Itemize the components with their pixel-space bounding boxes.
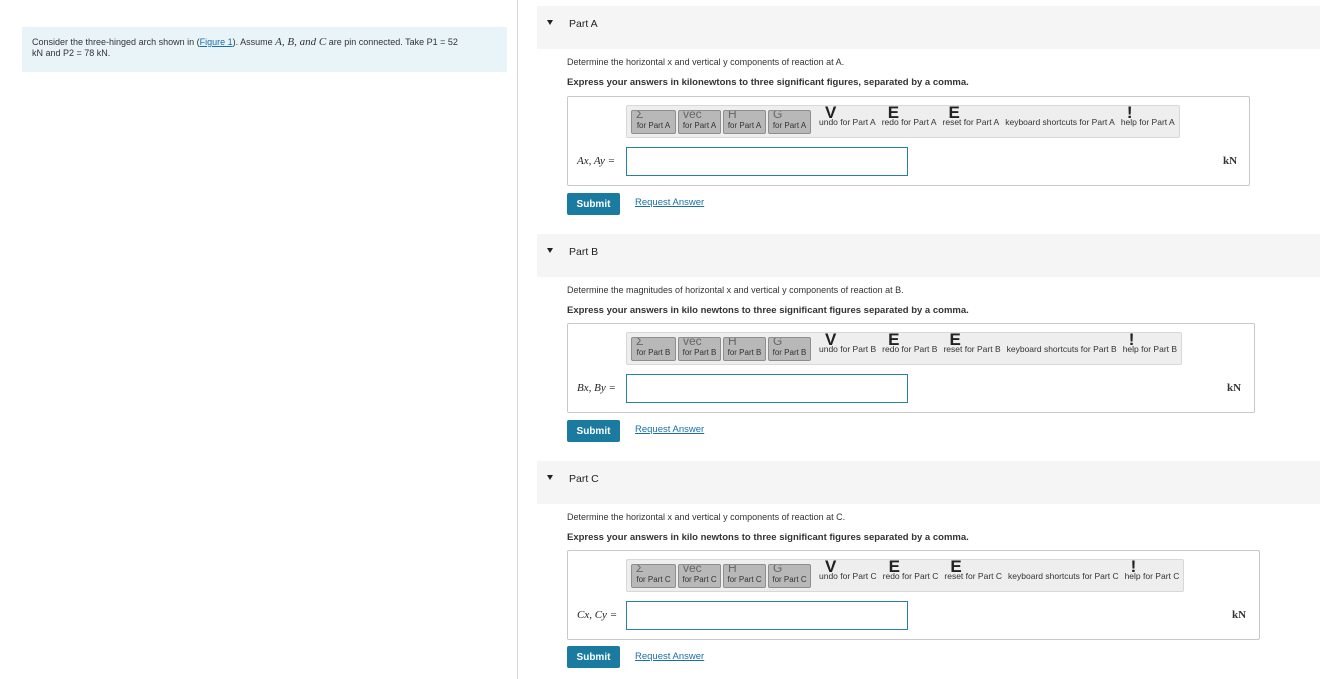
greek-button[interactable]: Gfor Part A — [768, 109, 811, 134]
undo-button[interactable]: Vundo for Part B — [819, 330, 876, 354]
vec-button[interactable]: vec for Part A — [678, 109, 721, 134]
caret-down-icon[interactable] — [547, 20, 553, 25]
part-b-instruction: Express your answers in kilo newtons to … — [567, 305, 969, 316]
help-button[interactable]: ! help for Part B — [1123, 330, 1177, 354]
intro-line2: kN and P2 = 78 kN. — [32, 48, 111, 58]
undo-icon: V — [825, 556, 837, 576]
intro-text-1: Consider the three-hinged arch shown in … — [32, 37, 200, 47]
redo-button[interactable]: Eredo for Part B — [882, 330, 937, 354]
keyboard-shortcuts-button[interactable]: keyboard shortcuts for Part B — [1007, 344, 1117, 354]
part-b-answer-box: Σfor Part B vec for Part B Hfor Part B Gf… — [567, 323, 1255, 413]
part-a-question: Determine the horizontal x and vertical … — [567, 57, 845, 67]
undo-icon: V — [825, 102, 837, 122]
part-c-header[interactable]: Part C — [537, 461, 1320, 504]
symbols-button[interactable]: Hfor Part C — [723, 563, 766, 588]
symbols-button[interactable]: Hfor Part A — [723, 109, 766, 134]
undo-button[interactable]: Vundo for Part A — [819, 103, 876, 127]
part-c-question: Determine the horizontal x and vertical … — [567, 512, 846, 522]
part-a-equation-toolbar: Σfor Part A vec for Part A Hfor Part A Gf… — [626, 103, 1180, 138]
caret-down-icon[interactable] — [547, 248, 553, 253]
part-b-unit: kN — [1227, 382, 1242, 394]
redo-icon: E — [887, 102, 900, 122]
figure-link[interactable]: Figure 1 — [200, 37, 233, 47]
part-c-request-answer-link[interactable]: Request Answer — [635, 651, 704, 662]
help-button[interactable]: ! help for Part A — [1121, 103, 1175, 127]
part-b-question: Determine the magnitudes of horizontal x… — [567, 285, 904, 295]
part-c-answer-input[interactable] — [626, 601, 908, 630]
part-a-unit: kN — [1223, 155, 1238, 167]
greek-button[interactable]: Gfor Part C — [768, 563, 811, 588]
templates-button[interactable]: Σfor Part C — [631, 563, 676, 588]
keyboard-shortcuts-button[interactable]: keyboard shortcuts for Part C — [1008, 571, 1119, 581]
redo-button[interactable]: Eredo for Part C — [883, 557, 939, 581]
greek-button[interactable]: Gfor Part B — [768, 336, 811, 361]
part-c-answer-label: Cx, Cy = — [577, 609, 618, 621]
intro-p1: P1 = 52 — [426, 37, 458, 47]
keyboard-shortcuts-button[interactable]: keyboard shortcuts for Part A — [1005, 117, 1115, 127]
help-icon: ! — [1130, 556, 1137, 576]
problem-statement: Consider the three-hinged arch shown in … — [22, 27, 507, 72]
undo-icon: V — [825, 329, 837, 349]
help-icon: ! — [1128, 329, 1135, 349]
redo-icon: E — [888, 556, 900, 576]
help-icon: ! — [1126, 102, 1133, 122]
part-c: Part C Determine the horizontal x and ve… — [537, 461, 1320, 668]
part-b-equation-toolbar: Σfor Part B vec for Part B Hfor Part B Gf… — [626, 330, 1183, 365]
symbols-button[interactable]: Hfor Part B — [723, 336, 766, 361]
part-b-answer-label: Bx, By = — [577, 382, 616, 394]
part-b-submit-button[interactable]: Submit — [567, 420, 620, 442]
part-a-title: Part A — [569, 18, 598, 30]
part-a-header[interactable]: Part A — [537, 6, 1320, 49]
templates-button[interactable]: Σfor Part B — [631, 336, 676, 361]
reset-icon: E — [950, 556, 962, 576]
part-a-submit-button[interactable]: Submit — [567, 193, 620, 215]
part-c-unit: kN — [1232, 609, 1247, 621]
part-c-instruction: Express your answers in kilo newtons to … — [567, 532, 969, 543]
vec-button[interactable]: vec for Part C — [678, 563, 721, 588]
part-a-answer-box: Σfor Part A vec for Part A Hfor Part A Gf… — [567, 96, 1250, 186]
help-button[interactable]: ! help for Part C — [1125, 557, 1180, 581]
part-b-title: Part B — [569, 246, 599, 258]
part-a: Part A Determine the horizontal x and ve… — [537, 6, 1320, 215]
undo-button[interactable]: Vundo for Part C — [819, 557, 877, 581]
part-b-header[interactable]: Part B — [537, 234, 1320, 277]
part-c-answer-box: Σfor Part C vec for Part C Hfor Part C Gf… — [567, 550, 1260, 640]
redo-button[interactable]: Eredo for Part A — [882, 103, 937, 127]
part-c-submit-button[interactable]: Submit — [567, 646, 620, 668]
part-c-title: Part C — [569, 473, 599, 485]
part-b: Part B Determine the magnitudes of horiz… — [537, 234, 1320, 442]
part-b-request-answer-link[interactable]: Request Answer — [635, 424, 704, 435]
part-a-instruction: Express your answers in kilonewtons to t… — [567, 77, 969, 88]
templates-button[interactable]: Σfor Part A — [631, 109, 676, 134]
reset-icon: E — [948, 102, 960, 122]
part-c-equation-toolbar: Σfor Part C vec for Part C Hfor Part C Gf… — [626, 557, 1185, 592]
reset-icon: E — [949, 329, 961, 349]
intro-pins: A, B, and C — [275, 36, 327, 48]
vec-button[interactable]: vec for Part B — [678, 336, 721, 361]
intro-text-2: ). Assume — [232, 37, 276, 47]
redo-icon: E — [888, 329, 900, 349]
part-a-answer-input[interactable] — [626, 147, 908, 176]
part-a-answer-label: Ax, Ay = — [577, 155, 616, 167]
reset-button[interactable]: Ereset for Part A — [943, 103, 1000, 127]
caret-down-icon[interactable] — [547, 475, 553, 480]
panel-divider — [517, 0, 518, 679]
part-b-answer-input[interactable] — [626, 374, 908, 403]
reset-button[interactable]: Ereset for Part B — [943, 330, 1000, 354]
intro-text-3: are pin connected. Take — [326, 37, 427, 47]
part-a-request-answer-link[interactable]: Request Answer — [635, 197, 704, 208]
reset-button[interactable]: Ereset for Part C — [944, 557, 1002, 581]
